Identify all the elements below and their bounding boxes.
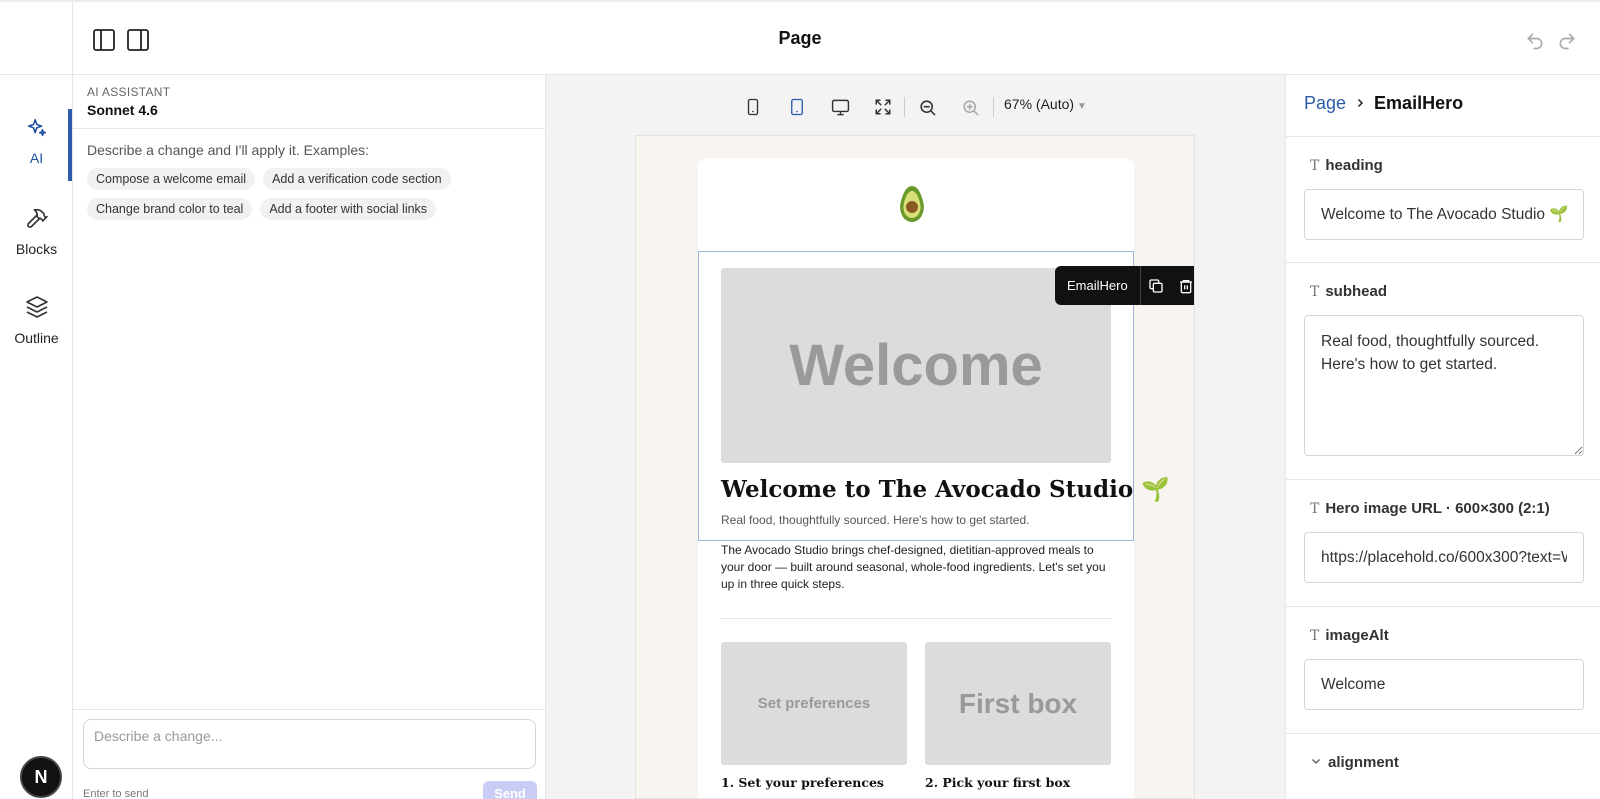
- chevron-down-icon: ▼: [1077, 101, 1087, 112]
- fullscreen-icon[interactable]: [871, 95, 895, 119]
- email-preview-frame: Welcome Welcome to The Avocado Studio 🌱 …: [635, 135, 1195, 799]
- zoom-value: 67% (Auto): [1004, 96, 1075, 112]
- layers-icon: [25, 296, 49, 323]
- selected-block-name: EmailHero: [1055, 266, 1141, 305]
- field-label: TimageAlt: [1310, 627, 1389, 644]
- rail-item-blocks[interactable]: Blocks: [0, 206, 73, 257]
- field-label-text: heading: [1325, 157, 1383, 174]
- avocado-logo-icon: [896, 184, 928, 229]
- email-document: Welcome Welcome to The Avocado Studio 🌱 …: [698, 158, 1170, 798]
- send-hint: Enter to send: [83, 788, 149, 799]
- field-label: T Hero image URL · 600×300 (2:1): [1310, 500, 1550, 517]
- email-divider: [721, 618, 1111, 619]
- ai-header-label: AI ASSISTANT: [87, 85, 171, 99]
- editor-canvas: 67% (Auto) ▼ Welcome Welcome to The Avoca…: [546, 75, 1285, 799]
- chevron-down-icon: [1310, 755, 1322, 770]
- ai-intro-text: Describe a change and I'll apply it. Exa…: [87, 142, 370, 158]
- top-bar: Page: [0, 0, 1600, 77]
- sparkles-icon: [26, 118, 48, 143]
- mobile-view-icon[interactable]: [741, 95, 765, 119]
- field-label-text: imageAlt: [1325, 627, 1389, 644]
- left-rail: AI Blocks Outline N: [0, 75, 73, 799]
- undo-icon[interactable]: [1524, 30, 1546, 52]
- toggle-right-panel-icon[interactable]: [125, 27, 151, 53]
- image-alt-input[interactable]: [1304, 659, 1584, 710]
- suggestion-chip[interactable]: Add a footer with social links: [260, 198, 437, 220]
- breadcrumb-root-link[interactable]: Page: [1304, 93, 1346, 114]
- zoom-out-icon[interactable]: [915, 95, 939, 119]
- trash-icon[interactable]: [1171, 266, 1194, 305]
- rail-item-label: Outline: [14, 330, 59, 346]
- field-hero-image-url: T Hero image URL · 600×300 (2:1): [1286, 480, 1600, 607]
- text-type-icon: T: [1310, 283, 1320, 300]
- suggestion-chip[interactable]: Add a verification code section: [263, 168, 451, 190]
- tablet-view-icon[interactable]: [785, 95, 809, 119]
- zoom-select[interactable]: 67% (Auto) ▼: [1004, 96, 1087, 112]
- rail-item-label: AI: [29, 150, 44, 166]
- text-type-icon: T: [1310, 627, 1320, 644]
- avatar[interactable]: N: [20, 756, 62, 798]
- toolbar-divider: [904, 97, 905, 117]
- redo-icon[interactable]: [1556, 30, 1578, 52]
- email-body-text[interactable]: The Avocado Studio brings chef-designed,…: [721, 542, 1113, 593]
- ai-composer: Enter to send Send: [73, 709, 546, 799]
- field-label-text: Hero image URL · 600×300 (2:1): [1325, 500, 1550, 517]
- suggestion-chip[interactable]: Compose a welcome email: [87, 168, 256, 190]
- step-caption[interactable]: 2. Pick your first box: [925, 775, 1070, 790]
- breadcrumb-current: EmailHero: [1374, 93, 1464, 113]
- page-title: Page: [778, 28, 822, 48]
- toolbar-divider: [993, 97, 994, 117]
- email-subhead[interactable]: Real food, thoughtfully sourced. Here's …: [721, 513, 1029, 527]
- top-bar-gutter: [0, 2, 73, 77]
- step-card-image-text: First box: [958, 687, 1078, 719]
- field-label: Tsubhead: [1310, 283, 1387, 300]
- field-alignment[interactable]: alignment: [1286, 734, 1600, 799]
- ai-prompt-input[interactable]: [83, 719, 536, 769]
- field-image-alt: TimageAlt: [1286, 607, 1600, 734]
- toggle-left-panel-icon[interactable]: [91, 27, 117, 53]
- properties-inspector: Page EmailHero Theading Tsubhead Real fo…: [1285, 75, 1600, 799]
- field-label-text: alignment: [1328, 754, 1399, 771]
- block-floating-toolbar: EmailHero: [1055, 266, 1194, 305]
- field-label: alignment: [1310, 754, 1399, 771]
- ai-assistant-panel: AI ASSISTANT Sonnet 4.6 Describe a chang…: [73, 75, 546, 799]
- send-button[interactable]: Send: [483, 781, 537, 799]
- rail-item-ai[interactable]: AI: [0, 117, 73, 166]
- duplicate-icon[interactable]: [1141, 266, 1171, 305]
- desktop-view-icon[interactable]: [828, 95, 852, 119]
- canvas-toolbar: 67% (Auto) ▼: [546, 93, 1285, 121]
- step-card-image[interactable]: Set preferences: [721, 642, 907, 765]
- email-heading[interactable]: Welcome to The Avocado Studio 🌱: [721, 476, 1170, 503]
- ai-panel-header: AI ASSISTANT Sonnet 4.6: [73, 75, 545, 129]
- field-label-text: subhead: [1325, 283, 1388, 300]
- step-card-image-text: Set preferences: [757, 695, 871, 712]
- text-type-icon: T: [1310, 157, 1320, 174]
- rail-item-outline[interactable]: Outline: [0, 295, 73, 346]
- text-type-icon: T: [1310, 500, 1320, 517]
- field-subhead: Tsubhead Real food, thoughtfully sourced…: [1286, 263, 1600, 480]
- breadcrumb: Page EmailHero: [1304, 93, 1463, 114]
- suggestion-chip[interactable]: Change brand color to teal: [87, 198, 253, 220]
- step-card-image[interactable]: First box: [925, 642, 1111, 765]
- hammer-icon: [25, 209, 49, 234]
- suggestion-chips: Compose a welcome email Add a verificati…: [73, 158, 493, 220]
- field-heading: Theading: [1286, 137, 1600, 263]
- step-caption[interactable]: 1. Set your preferences: [721, 775, 884, 790]
- hero-image-url-input[interactable]: [1304, 532, 1584, 583]
- app-window: Page AI Blocks Outline N AI ASSISTANT So…: [0, 0, 1600, 799]
- heading-input[interactable]: [1304, 189, 1584, 240]
- rail-item-label: Blocks: [15, 241, 58, 257]
- hero-image[interactable]: Welcome: [721, 268, 1111, 463]
- chevron-right-icon: [1354, 93, 1366, 114]
- subhead-textarea[interactable]: Real food, thoughtfully sourced. Here's …: [1304, 315, 1584, 456]
- field-label: Theading: [1310, 157, 1383, 174]
- hero-image-text: Welcome: [789, 333, 1043, 398]
- zoom-in-icon[interactable]: [958, 95, 982, 119]
- ai-model-name: Sonnet 4.6: [87, 102, 158, 118]
